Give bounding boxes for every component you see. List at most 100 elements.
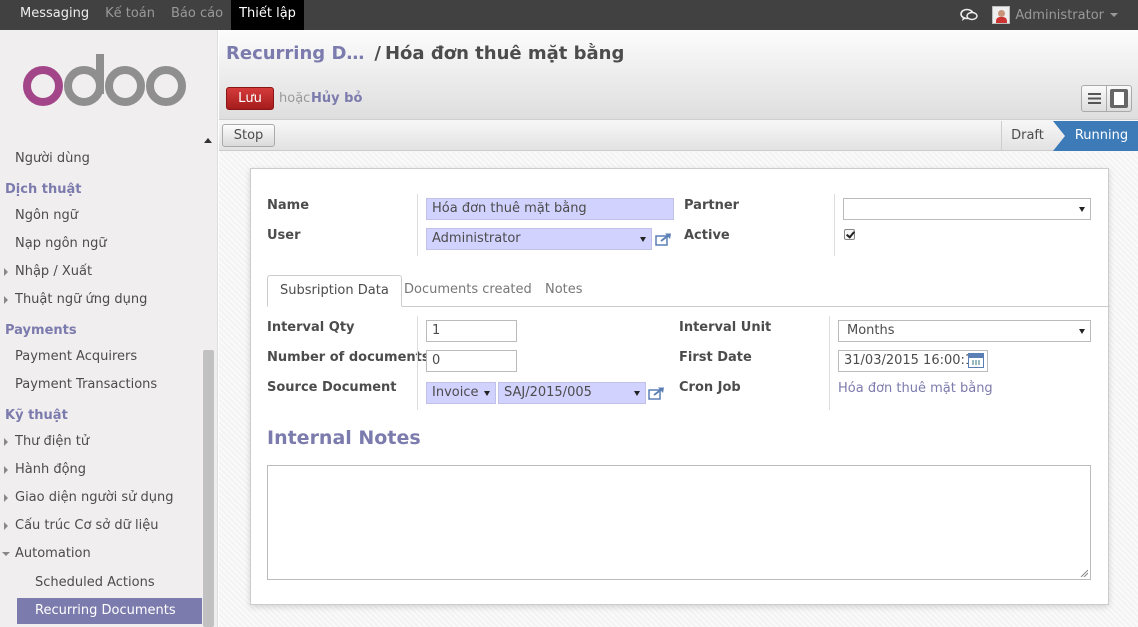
active-label: Active <box>684 228 730 243</box>
notebook-tabs: Subsription Data Documents created Notes <box>267 275 1110 307</box>
internal-notes-textarea[interactable] <box>267 465 1091 580</box>
collapse-arrow-icon[interactable] <box>2 552 10 556</box>
form-sheet: Name User Hóa đơn thuê mặt bằng Administ… <box>250 168 1110 605</box>
dropdown-arrow-icon <box>634 391 640 396</box>
stage-running-label: Running <box>1074 128 1129 143</box>
chevron-down-icon <box>1110 13 1118 17</box>
dropdown-arrow-icon <box>1079 207 1085 212</box>
first-date-label: First Date <box>679 350 752 365</box>
form-view-icon[interactable] <box>1110 89 1128 108</box>
odoo-logo[interactable] <box>22 54 192 114</box>
user-select-value: Administrator <box>432 231 521 246</box>
sidebar-item-database-structure[interactable]: Cấu trúc Cơ sở dữ liệu <box>15 512 158 540</box>
dropdown-arrow-icon <box>1079 329 1085 334</box>
view-switcher <box>1081 85 1132 112</box>
top-menu: Messaging Kế toán Báo cáo Thiết lập <box>10 0 304 30</box>
stop-button[interactable]: Stop <box>222 124 275 147</box>
user-area: Administrator <box>960 0 1118 30</box>
tab-documents-created[interactable]: Documents created <box>392 275 544 307</box>
scroll-up-arrow-icon[interactable] <box>204 138 212 143</box>
name-field[interactable]: Hóa đơn thuê mặt bằng <box>426 198 674 220</box>
expand-arrow-icon[interactable] <box>4 296 8 304</box>
resize-handle-icon[interactable] <box>1080 569 1088 577</box>
field-divider <box>829 316 830 410</box>
sidebar-item-recurring-documents[interactable]: Recurring Documents <box>17 598 202 624</box>
sidebar-scrollbar[interactable] <box>203 350 214 627</box>
expand-arrow-icon[interactable] <box>4 466 8 474</box>
stage-running[interactable]: Running <box>1053 121 1138 151</box>
internal-notes-title: Internal Notes <box>267 427 421 449</box>
sidebar: Người dùng Dịch thuật Ngôn ngữ Nạp ngôn … <box>0 30 218 627</box>
interval-unit-label: Interval Unit <box>679 320 772 335</box>
cron-job-link[interactable]: Hóa đơn thuê mặt bằng <box>838 381 993 396</box>
or-label: hoặc <box>279 91 311 106</box>
menu-messaging[interactable]: Messaging <box>10 0 97 30</box>
username-label: Administrator <box>1015 7 1104 23</box>
menu-reporting[interactable]: Báo cáo <box>163 0 231 30</box>
top-navbar: Messaging Kế toán Báo cáo Thiết lập Admi… <box>0 0 1138 30</box>
status-bar: Stop Draft Running <box>219 121 1138 151</box>
sidebar-item-payment-acquirers[interactable]: Payment Acquirers <box>15 343 137 371</box>
sidebar-item-actions[interactable]: Hành động <box>15 456 86 484</box>
number-of-documents-label: Number of documents <box>267 350 430 365</box>
menu-accounting[interactable]: Kế toán <box>97 0 163 30</box>
source-document-ref-select[interactable]: SAJ/2015/005 <box>498 382 646 404</box>
sidebar-item-email[interactable]: Thư điện tử <box>15 428 89 456</box>
view-switcher-divider <box>1106 86 1107 111</box>
interval-unit-select[interactable]: Months <box>838 320 1091 342</box>
sidebar-header-technical: Kỹ thuật <box>5 408 68 423</box>
partner-label: Partner <box>684 198 740 213</box>
field-divider <box>417 316 418 410</box>
source-document-label: Source Document <box>267 380 397 395</box>
sidebar-item-import-export[interactable]: Nhập / Xuất <box>15 258 92 286</box>
interval-unit-value: Months <box>847 323 895 338</box>
expand-arrow-icon[interactable] <box>4 494 8 502</box>
sidebar-item-automation[interactable]: Automation <box>15 540 91 568</box>
sidebar-item-user-interface[interactable]: Giao diện người sử dụng <box>15 484 174 512</box>
tab-notes[interactable]: Notes <box>533 275 595 307</box>
sidebar-item-label: Recurring Documents <box>35 603 176 618</box>
breadcrumb: Recurring D… / Hóa đơn thuê mặt bằng <box>226 43 624 64</box>
field-divider <box>417 194 418 256</box>
breadcrumb-parent-link[interactable]: Recurring D… <box>226 43 364 64</box>
expand-arrow-icon[interactable] <box>4 438 8 446</box>
cron-job-label: Cron Job <box>679 380 741 395</box>
sidebar-item-scheduled-actions[interactable]: Scheduled Actions <box>35 569 155 597</box>
first-date-value: 31/03/2015 16:00:19 <box>844 353 982 368</box>
chat-icon[interactable] <box>960 8 979 22</box>
discard-link[interactable]: Hủy bỏ <box>311 91 362 106</box>
sidebar-header-translation: Dịch thuật <box>5 182 82 197</box>
external-link-icon[interactable] <box>655 232 672 246</box>
breadcrumb-separator: / <box>374 43 381 64</box>
sidebar-item-payment-transactions[interactable]: Payment Transactions <box>15 371 157 399</box>
number-of-documents-field[interactable]: 0 <box>426 350 517 372</box>
dropdown-arrow-icon <box>484 391 490 396</box>
stage-draft[interactable]: Draft <box>1001 121 1053 151</box>
sidebar-item-app-terms[interactable]: Thuật ngữ ứng dụng <box>15 286 147 314</box>
dropdown-arrow-icon <box>640 237 646 242</box>
first-date-field[interactable]: 31/03/2015 16:00:19 <box>838 350 988 372</box>
external-link-icon[interactable] <box>648 386 665 400</box>
calendar-icon[interactable] <box>968 353 984 368</box>
menu-settings[interactable]: Thiết lập <box>231 0 304 30</box>
user-select[interactable]: Administrator <box>426 228 652 250</box>
save-button[interactable]: Lưu <box>226 87 274 110</box>
source-document-ref-value: SAJ/2015/005 <box>504 385 592 400</box>
list-view-icon[interactable] <box>1088 93 1101 104</box>
expand-arrow-icon[interactable] <box>4 522 8 530</box>
name-label: Name <box>267 198 310 213</box>
tab-subscription-data[interactable]: Subsription Data <box>267 275 402 307</box>
main-content: Recurring D… / Hóa đơn thuê mặt bằng Lưu h… <box>219 30 1138 627</box>
partner-select[interactable] <box>843 198 1091 220</box>
source-document-model-value: Invoice <box>432 385 479 400</box>
user-menu[interactable]: Administrator <box>1015 8 1118 23</box>
active-checkbox[interactable] <box>844 229 855 240</box>
sidebar-item-users[interactable]: Người dùng <box>15 145 90 173</box>
sidebar-item-load-language[interactable]: Nạp ngôn ngữ <box>15 230 107 258</box>
control-panel: Recurring D… / Hóa đơn thuê mặt bằng Lưu h… <box>219 30 1138 120</box>
expand-arrow-icon[interactable] <box>4 268 8 276</box>
source-document-model-select[interactable]: Invoice <box>426 382 496 404</box>
interval-qty-field[interactable]: 1 <box>426 320 517 342</box>
sidebar-item-languages[interactable]: Ngôn ngữ <box>15 202 78 230</box>
avatar[interactable] <box>992 6 1011 24</box>
